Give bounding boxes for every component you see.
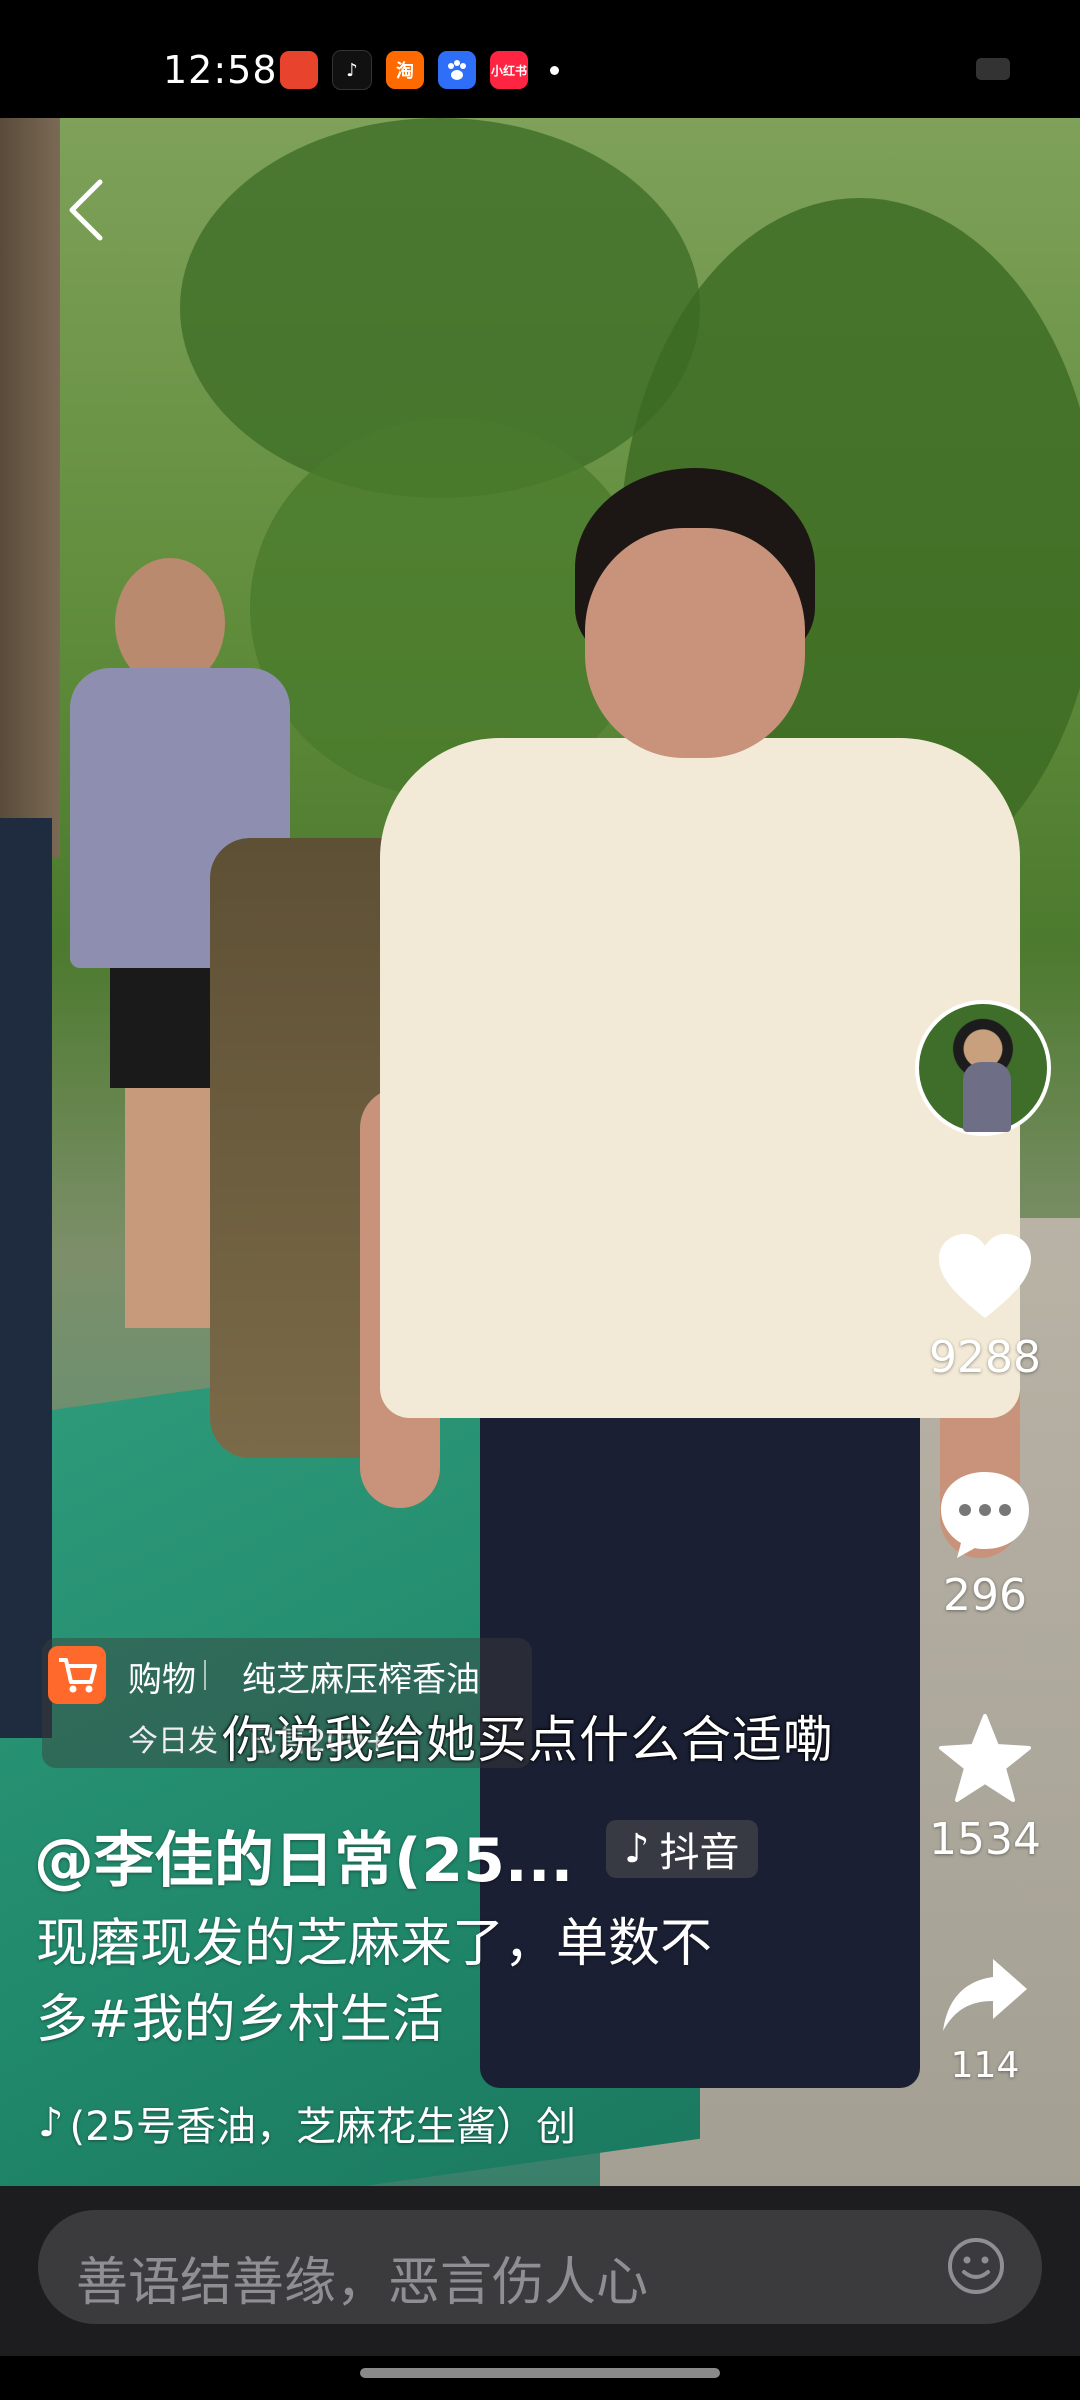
comment-placeholder: 善语结善缘，恶言伤人心 [76,2253,649,2313]
taobao-notification-icon: 淘 [386,51,424,89]
author-avatar[interactable] [915,1000,1051,1136]
video-edge-person [0,818,52,1738]
douyin-badge-label: 抖音 [659,1830,740,1876]
shopping-tag: 购物 [128,1660,196,1700]
douyin-note-icon: ♪ [624,1826,650,1872]
author-name[interactable]: @李佳的日常(25... [34,1812,573,1899]
share-count: 114 [950,2045,1020,2086]
battery-icon [976,58,1010,80]
status-bar: 12:58 ♪ 淘 小红书 [0,0,1080,118]
music-title: (25号香油，芝麻花生酱）创 [69,2104,577,2150]
comment-button[interactable]: 296 [905,1468,1065,1621]
like-count: 9288 [929,1332,1041,1383]
music-info[interactable]: ♪ (25号香油，芝麻花生酱）创 [38,2094,576,2152]
baidu-notification-icon [438,51,476,89]
product-title: 纯芝麻压榨香油 [242,1660,480,1700]
comment-input[interactable]: 善语结善缘，恶言伤人心 [38,2210,1042,2324]
comment-bubble-icon [941,1472,1029,1558]
share-button[interactable]: 114 [905,1955,1065,2086]
notification-icons: ♪ 淘 小红书 [280,50,559,90]
chevron-left-icon [69,179,103,241]
video-description[interactable]: 现磨现发的芝麻来了，单数不多#我的乡村生活 [36,1906,756,2058]
video-subtitle: 你说我给她买点什么合适嘞 [222,1711,834,1769]
status-time: 12:58 [163,48,278,92]
shopping-cart-icon [48,1646,106,1704]
star-icon [939,1714,1031,1802]
favorite-button[interactable]: 1534 [905,1712,1065,1865]
more-notifications-dot [550,65,559,75]
share-arrow-icon [943,1959,1027,2031]
like-button[interactable]: 9288 [905,1232,1065,1383]
favorite-count: 1534 [929,1814,1041,1865]
home-indicator[interactable] [360,2368,720,2378]
xiaohongshu-notification-icon: 小红书 [490,51,528,89]
heart-icon [939,1234,1031,1318]
back-button[interactable] [56,175,116,245]
comment-count: 296 [943,1570,1027,1621]
music-note-icon: ♪ [38,2100,64,2146]
app-notification-icon [280,51,318,89]
comment-bar: 善语结善缘，恶言伤人心 [0,2186,1080,2356]
douyin-notification-icon: ♪ [332,50,372,90]
shopping-divider [204,1660,206,1690]
douyin-badge[interactable]: ♪ 抖音 [606,1820,758,1878]
emoji-icon[interactable] [946,2236,1006,2296]
